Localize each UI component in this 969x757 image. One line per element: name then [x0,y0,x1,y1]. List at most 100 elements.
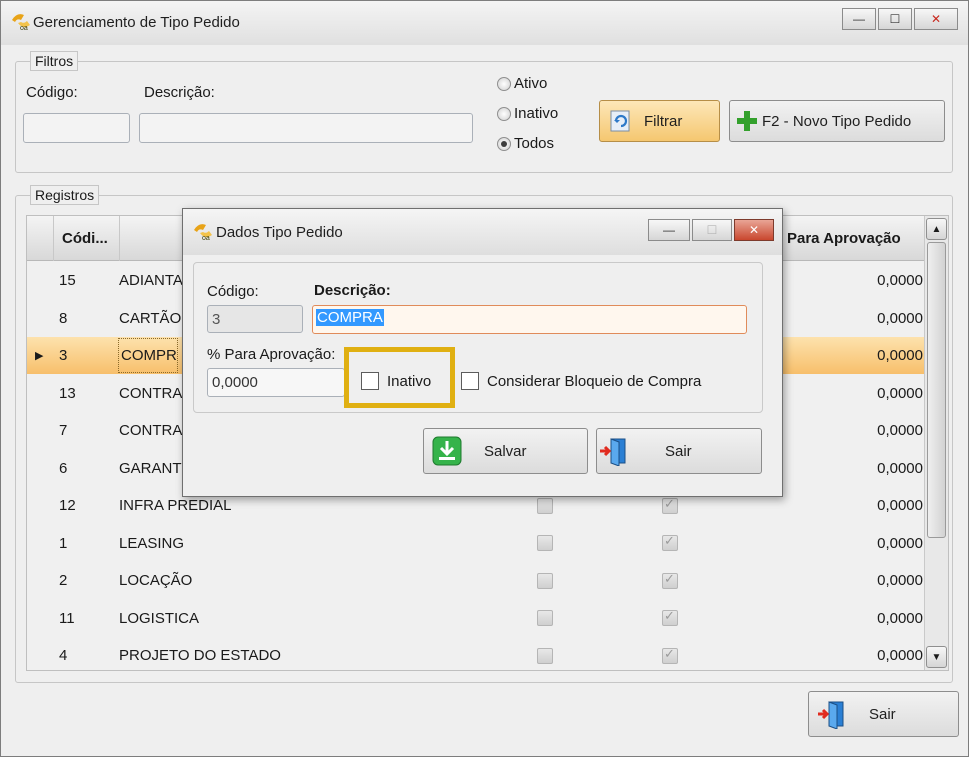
filter-button[interactable]: Filtrar [599,100,720,142]
vertical-scrollbar[interactable]: ▲ ▼ [924,216,948,670]
cell-descricao: CONTRA [119,375,182,412]
cell-descricao-text: LOCAÇÃO [119,572,193,589]
cell-codigo-text: 11 [59,609,75,627]
cell-codigo: 7 [59,412,67,449]
cell-checkbox-1[interactable] [537,525,553,562]
filter-codigo-input[interactable] [23,113,130,143]
row-checkbox-2[interactable] [662,571,678,589]
cell-aprovacao-text: 0,0000 [877,534,923,552]
row-indicator [35,525,49,562]
cell-aprovacao: 0,0000 [847,637,923,670]
window-title: Gerenciamento de Tipo Pedido [33,14,240,31]
cell-codigo-text: 8 [59,309,68,327]
dialog-salvar-label: Salvar [484,442,527,460]
dialog-close-icon: ✕ [748,223,760,237]
row-checkbox-1[interactable] [537,610,553,626]
row-checkbox-1[interactable] [537,647,553,664]
minimize-icon: — [853,12,865,26]
scroll-up-button[interactable]: ▲ [926,218,947,240]
cell-aprovacao: 0,0000 [847,450,923,487]
cell-aprovacao-text: 0,0000 [877,459,923,477]
dialog-salvar-button[interactable]: Salvar [423,428,588,474]
row-indicator [35,375,49,412]
column-header-aprovacao[interactable]: Para Aprovação [783,216,925,261]
cell-aprovacao-text: 0,0000 [877,572,923,589]
cell-checkbox-1[interactable] [537,562,553,599]
dialog-close-button[interactable]: ✕ [734,219,774,241]
radio-inativo-label: Inativo [514,105,559,122]
cell-checkbox-1[interactable] [537,637,553,670]
minimize-button[interactable]: — [842,8,876,30]
scroll-thumb[interactable] [927,242,946,538]
row-indicator [35,487,49,524]
cell-codigo: 12 [59,487,76,524]
cell-checkbox-2[interactable] [662,525,678,562]
cell-checkbox-2[interactable] [662,600,678,637]
dialog-descricao-input[interactable]: COMPRA [312,305,747,334]
row-indicator: ▶ [35,350,44,362]
dialog-sair-button[interactable]: Sair [596,428,762,474]
radio-todos[interactable]: Todos [497,135,554,152]
cell-descricao-text: PROJETO DO ESTADO [119,647,281,664]
cell-codigo-text: 15 [59,272,76,289]
cell-aprovacao: 0,0000 [847,600,923,637]
dialog-aprovacao-input[interactable] [207,368,345,397]
dialog-maximize-button: ☐ [692,219,732,241]
cell-descricao-text: GARANT [119,459,182,477]
cell-descricao: LOCAÇÃO [119,562,192,599]
cell-codigo-text: 3 [59,347,68,364]
cell-descricao-text: COMPR [121,347,177,364]
close-button[interactable]: ✕ [914,8,958,30]
dialog-codigo-input[interactable] [207,305,303,333]
app-logo-icon: oa [12,14,30,31]
svg-text:oa: oa [202,235,210,241]
cell-aprovacao-text: 0,0000 [877,647,923,664]
radio-inativo[interactable]: Inativo [497,105,558,122]
filter-descricao-input[interactable] [139,113,473,143]
maximize-button[interactable]: ☐ [878,8,912,30]
cell-checkbox-1[interactable] [537,600,553,637]
table-row[interactable]: 1 LEASING 0,0000 [27,525,925,562]
dialog-sair-label: Sair [665,442,692,460]
cell-aprovacao-text: 0,0000 [877,347,923,364]
scroll-down-button[interactable]: ▼ [926,646,947,668]
row-checkbox-2[interactable] [662,496,678,514]
new-tipo-pedido-button[interactable]: F2 - Novo Tipo Pedido [729,100,945,142]
row-indicator [35,600,49,637]
row-checkbox-2[interactable] [662,608,678,626]
cell-aprovacao-text: 0,0000 [877,272,923,289]
dialog-descricao-label: Descrição: [314,282,391,299]
row-checkbox-1[interactable] [537,572,553,589]
dialog-inativo-checkbox[interactable]: Inativo [361,372,431,390]
table-row[interactable]: 2 LOCAÇÃO 0,0000 [27,562,925,599]
column-header-codigo[interactable]: Códi... [54,216,120,261]
row-checkbox-2[interactable] [662,533,678,551]
cell-codigo: 4 [59,637,67,670]
cell-descricao: ADIANTA [119,262,183,299]
cell-aprovacao: 0,0000 [847,525,923,562]
table-row[interactable]: 11 LOGISTICA 0,0000 [27,600,925,637]
cell-codigo: 1 [59,525,67,562]
cell-aprovacao: 0,0000 [847,412,923,449]
title-bar[interactable]: oa Gerenciamento de Tipo Pedido — ☐ ✕ [1,1,968,45]
table-row[interactable]: 4 PROJETO DO ESTADO 0,0000 [27,637,925,670]
cell-codigo-text: 13 [59,384,76,402]
row-checkbox-2[interactable] [662,646,678,664]
dialog-codigo-label: Código: [207,283,259,300]
dialog-descricao-value: COMPRA [316,309,384,326]
cell-descricao-text: ADIANTA [119,272,183,289]
filter-refresh-icon [610,110,630,132]
row-checkbox-1[interactable] [537,535,553,551]
footer-sair-button[interactable]: Sair [808,691,959,737]
save-download-icon [432,436,462,466]
row-checkbox-1[interactable] [537,497,553,514]
row-indicator [35,412,49,449]
dialog-title: Dados Tipo Pedido [216,224,343,241]
row-indicator [35,637,49,670]
dialog-bloqueio-checkbox[interactable]: Considerar Bloqueio de Compra [461,372,701,390]
radio-ativo[interactable]: Ativo [497,75,547,92]
cell-checkbox-2[interactable] [662,637,678,670]
dialog-title-bar[interactable]: oa Dados Tipo Pedido — ☐ ✕ [183,209,782,255]
cell-checkbox-2[interactable] [662,562,678,599]
dialog-minimize-button[interactable]: — [648,219,690,241]
